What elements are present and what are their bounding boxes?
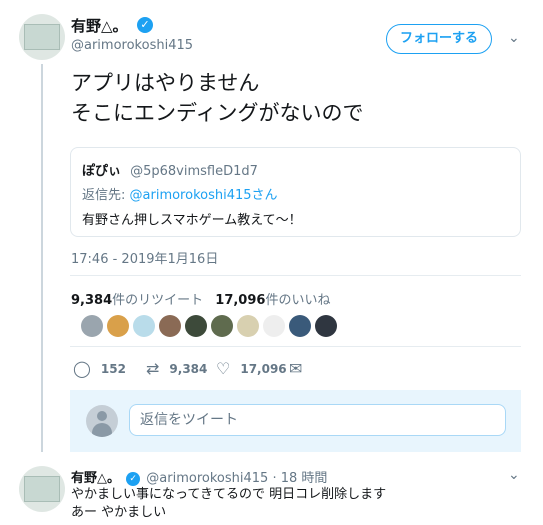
- liker-avatar[interactable]: [81, 315, 103, 337]
- time-separator: ·: [272, 471, 277, 486]
- liker-avatar[interactable]: [133, 315, 155, 337]
- quoted-author-handle: @5p68vimsfleD1d7: [130, 164, 258, 179]
- retweet-label: 件のリツイート: [112, 293, 204, 308]
- reply-time[interactable]: 18 時間: [281, 471, 328, 486]
- reply-count: 152: [100, 361, 126, 376]
- like-action-count: 17,096: [240, 361, 287, 376]
- retweet-stat[interactable]: 9,384件のリツイート: [71, 293, 203, 308]
- reply-input[interactable]: 返信をツイート: [129, 404, 506, 436]
- reply-tweet-header: 有野△。 ✓ @arimorokoshi415 · 18 時間: [71, 467, 327, 486]
- reply-suffix: さん: [251, 188, 278, 203]
- chevron-down-icon[interactable]: ⌄: [508, 30, 520, 46]
- liker-avatars: [81, 315, 337, 337]
- quoted-text: 有野さん押しスマホゲーム教えて〜！: [82, 213, 302, 228]
- chevron-down-icon[interactable]: ⌄: [508, 467, 520, 483]
- liker-avatar[interactable]: [211, 315, 233, 337]
- liker-avatar[interactable]: [159, 315, 181, 337]
- author-name[interactable]: 有野△。: [71, 15, 128, 36]
- user-avatar: [86, 405, 118, 437]
- retweet-action[interactable]: ⇄ 9,384: [146, 359, 207, 378]
- reply-tweet-text: やかましい事になってきてるので 明日コレ削除します あー やかましい: [71, 487, 387, 520]
- liker-avatar[interactable]: [289, 315, 311, 337]
- reply-author-name[interactable]: 有野△。: [71, 471, 120, 486]
- verified-badge-icon: ✓: [137, 17, 153, 33]
- thread-line: [41, 64, 43, 452]
- author-avatar[interactable]: [19, 14, 65, 60]
- reply-author-avatar[interactable]: [19, 466, 65, 512]
- divider: [70, 275, 521, 276]
- like-action[interactable]: ♡ 17,096: [216, 359, 287, 378]
- quoted-author-name: ぽぴぃ: [82, 164, 122, 179]
- verified-badge-icon: ✓: [126, 471, 141, 486]
- reply-composer: 返信をツイート: [70, 390, 521, 452]
- like-stat[interactable]: 17,096件のいいね: [215, 293, 330, 308]
- liker-avatar[interactable]: [237, 315, 259, 337]
- reply-author-handle[interactable]: @arimorokoshi415: [146, 471, 268, 486]
- reply-to-link[interactable]: @arimorokoshi415: [130, 188, 252, 203]
- retweet-action-count: 9,384: [169, 361, 208, 376]
- liker-avatar[interactable]: [107, 315, 129, 337]
- like-count: 17,096: [215, 293, 266, 308]
- retweet-icon: ⇄: [146, 359, 160, 378]
- engagement-stats: 9,384件のリツイート 17,096件のいいね: [71, 289, 330, 308]
- dm-action[interactable]: ✉: [289, 359, 302, 378]
- like-label: 件のいいね: [265, 293, 331, 308]
- author-handle[interactable]: @arimorokoshi415: [71, 38, 193, 53]
- quoted-reply-to: 返信先: @arimorokoshi415さん: [82, 184, 278, 203]
- retweet-count: 9,384: [71, 293, 113, 308]
- liker-avatar[interactable]: [263, 315, 285, 337]
- tweet-text: アプリはやりません そこにエンディングがないので: [71, 71, 364, 125]
- divider: [70, 346, 521, 347]
- envelope-icon: ✉: [289, 359, 303, 378]
- tweet-timestamp[interactable]: 17:46 - 2019年1月16日: [71, 248, 218, 267]
- liker-avatar[interactable]: [185, 315, 207, 337]
- follow-button[interactable]: フォローする: [386, 24, 492, 54]
- liker-avatar[interactable]: [315, 315, 337, 337]
- quoted-tweet[interactable]: ぽぴぃ @5p68vimsfleD1d7 返信先: @arimorokoshi4…: [70, 147, 521, 237]
- heart-icon: ♡: [216, 359, 231, 378]
- reply-action[interactable]: ◯ 152: [73, 359, 126, 378]
- reply-icon: ◯: [73, 359, 91, 378]
- reply-prefix: 返信先:: [82, 188, 130, 203]
